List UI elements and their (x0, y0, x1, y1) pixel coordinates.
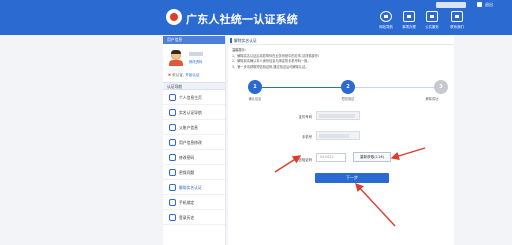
edit-user-icon (169, 139, 176, 146)
next-step-button[interactable]: 下一步 (315, 173, 389, 183)
nav-contact[interactable]: 联系我们 (446, 11, 468, 29)
step-1: 1 (248, 80, 262, 94)
sidebar-item-parent-account[interactable]: 父账户信息 (163, 120, 225, 135)
sidebar-item-label: 修改密码 (179, 155, 195, 160)
progress-fill (256, 87, 348, 89)
phone-field (316, 131, 360, 140)
nav-home[interactable]: 网站导航 (375, 11, 397, 29)
avatar (169, 50, 183, 66)
logout-link[interactable]: 退出 (485, 2, 493, 8)
sms-code-label: 短信验证码 (295, 158, 312, 162)
logo-icon (166, 9, 182, 25)
sidebar-item-label: 用户信息修改 (179, 140, 202, 145)
sidebar-item-password[interactable]: 修改密码 (163, 150, 225, 165)
nav-services[interactable]: 事项办理 (398, 11, 420, 29)
home-icon (169, 94, 176, 101)
contact-icon (451, 11, 463, 22)
cert-status-text: 未认证, (172, 73, 185, 77)
username-mask (189, 52, 203, 56)
history-icon (169, 214, 176, 221)
step-2-label: 短信验证 (341, 97, 355, 101)
sidebar-item-label: 个人信息主页 (179, 95, 202, 100)
sidebar-item-home[interactable]: 个人信息主页 (163, 90, 225, 105)
step-3-label: 解除成功 (425, 97, 439, 101)
sidebar-item-security-question[interactable]: 密保问题 (163, 165, 225, 180)
edit-profile-link[interactable]: 修改资料 (189, 59, 203, 64)
sidebar: 用户信息 修改资料 ✖ 未认证, 开始认证 认证导航 个人信息主页 实名认证导航… (163, 36, 226, 245)
not-certified-icon: ✖ (168, 73, 172, 77)
user-icon (477, 2, 482, 7)
sms-code-input[interactable]: 045422 (316, 153, 346, 162)
sidebar-item-login-history[interactable]: 登录历史 (163, 210, 225, 225)
list-icon (426, 11, 438, 22)
user-section-title: 用户信息 (163, 36, 225, 44)
nav-home-label: 网站导航 (379, 25, 393, 29)
sidebar-item-label: 密保问题 (179, 170, 195, 175)
phone-mask (319, 134, 349, 138)
sidebar-item-edit-user[interactable]: 用户信息修改 (163, 135, 225, 150)
main-panel: 解除实名认证 温馨提示: 1、解除实名认证后将影响你在业务系统中的办事,请谨慎操… (228, 36, 454, 245)
nav-contact-label: 联系我们 (450, 25, 464, 29)
username-mask (436, 2, 466, 8)
step-2: 2 (341, 80, 355, 94)
sidebar-item-label: 父账户信息 (179, 125, 198, 130)
page-title: 解除实名认证 (228, 36, 454, 45)
start-cert-link[interactable]: 开始认证 (185, 73, 199, 77)
sidebar-item-label: 登录历史 (179, 215, 195, 220)
user-icon (169, 124, 176, 131)
lock-icon (169, 154, 176, 161)
nav-services-label: 事项办理 (402, 25, 416, 29)
id-number-label: 证件号码 (298, 115, 312, 119)
id-card-icon (169, 109, 176, 116)
sidebar-item-cert-guide[interactable]: 实名认证导航 (163, 105, 225, 120)
notice-box: 温馨提示: 1、解除实名认证后将影响你在业务系统中的办事,请谨慎操作! 2、解除… (232, 48, 442, 70)
step-1-label: 确认信息 (248, 97, 262, 101)
home-icon (380, 11, 392, 22)
notice-line: 3、第一步请获取短信验证码,通过验证后可解除认证。 (232, 64, 309, 69)
cert-nav-title: 认证导航 (163, 82, 225, 90)
nav-public[interactable]: 公共服务 (421, 11, 443, 29)
resend-sms-button[interactable]: 重新获取(116) (353, 152, 391, 162)
unlink-icon (169, 184, 176, 191)
sidebar-item-label: 解绑实名认证 (179, 185, 202, 190)
document-icon (403, 11, 415, 22)
step-3: 3 (434, 80, 448, 94)
question-icon (169, 169, 176, 176)
cert-status-line: ✖ 未认证, 开始认证 (168, 73, 200, 78)
sidebar-item-label: 实名认证导航 (179, 110, 202, 115)
sidebar-item-label: 手机绑定 (179, 200, 195, 205)
profile-card: 修改资料 ✖ 未认证, 开始认证 (163, 44, 225, 82)
top-header: 广东人社统一认证系统 退出 网站导航 事项办理 公共服务 联系我们 (0, 0, 512, 35)
phone-icon (169, 199, 176, 206)
site-title: 广东人社统一认证系统 (186, 13, 298, 26)
id-number-field (316, 111, 360, 120)
phone-label: 手机号 (301, 135, 312, 139)
sidebar-item-phone-bind[interactable]: 手机绑定 (163, 195, 225, 210)
id-number-mask (319, 114, 355, 118)
sidebar-item-unbind-cert[interactable]: 解绑实名认证 (163, 180, 225, 195)
nav-public-label: 公共服务 (425, 25, 439, 29)
